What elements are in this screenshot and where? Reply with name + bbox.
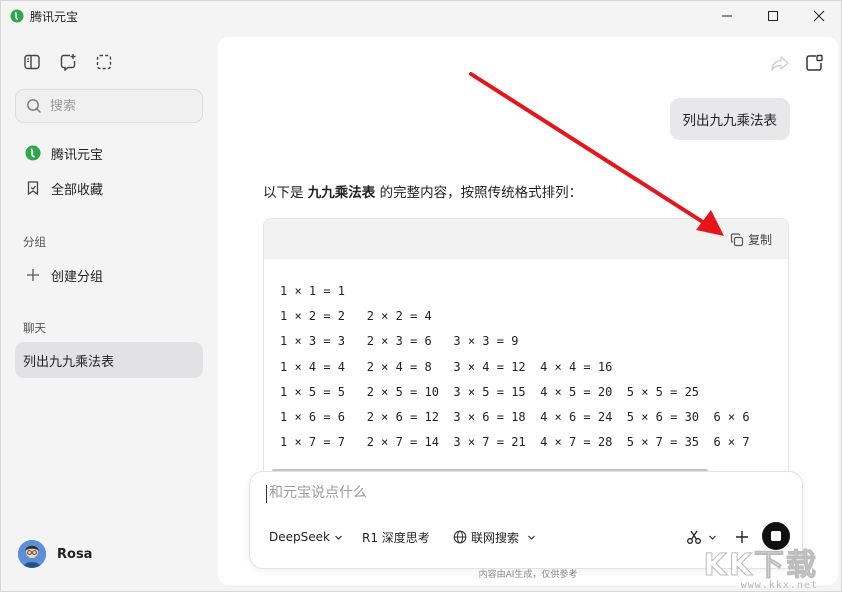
plus-icon [735,530,749,544]
sidebar-toggle-icon [23,53,41,71]
search-input[interactable] [50,99,190,114]
avatar[interactable] [18,540,46,568]
stop-icon [771,531,781,541]
sidebar-item-favorites[interactable]: 全部收藏 [15,171,203,205]
select-icon [95,53,113,71]
copy-icon [730,233,744,247]
model-selector[interactable]: DeepSeek [269,526,343,548]
code-header: 复制 [264,219,788,259]
chevron-down-icon [334,533,343,542]
code-line: 1 × 6 = 6 2 × 6 = 12 3 × 6 = 18 4 × 6 = … [280,405,788,430]
window-title: 腾讯元宝 [30,8,78,25]
copy-label: 复制 [748,231,772,248]
copy-button[interactable]: 复制 [730,231,772,248]
bookmark-icon [25,180,41,196]
model-label: DeepSeek [269,530,330,544]
yuanbao-logo-icon [10,9,24,23]
avatar-icon [18,540,46,568]
main-panel: 列出九九乘法表 以下是 九九乘法表 的完整内容，按照传统格式排列： 复制 1 ×… [218,37,838,585]
sidebar-item-label: 腾讯元宝 [51,144,103,163]
sidebar-toggle-button[interactable] [22,52,42,72]
share-icon[interactable] [770,53,790,73]
sidebar: 腾讯元宝 全部收藏 分组 创建分组 聊天 列出九九乘法表 Rosa [0,32,216,592]
globe-icon [453,530,467,544]
code-line: 1 × 7 = 7 2 × 7 = 14 3 × 7 = 21 4 × 7 = … [280,430,788,455]
scissors-icon [686,529,702,545]
code-line: 1 × 2 = 2 2 × 2 = 4 [280,304,788,329]
chevron-down-icon [527,533,536,542]
message-input[interactable] [266,485,766,501]
new-window-icon[interactable] [804,53,824,73]
chat-section-title: 聊天 [23,320,46,336]
answer-bold: 九九乘法表 [308,185,376,201]
chat-item-multiplication[interactable]: 列出九九乘法表 [15,342,203,378]
sidebar-item-yuanbao[interactable]: 腾讯元宝 [15,136,203,170]
code-line: 1 × 3 = 3 2 × 3 = 6 3 × 3 = 9 [280,329,788,354]
maximize-icon [767,10,779,22]
close-icon [813,10,825,22]
user-message-text: 列出九九乘法表 [683,109,778,129]
yuanbao-logo-icon [25,145,41,161]
code-line: 1 × 5 = 5 2 × 5 = 10 3 × 5 = 15 4 × 5 = … [280,380,788,405]
code-line: 1 × 4 = 4 2 × 4 = 8 3 × 4 = 12 4 × 4 = 1… [280,355,788,380]
group-section-title: 分组 [23,234,46,250]
new-chat-button[interactable] [58,52,78,72]
user-message-bubble: 列出九九乘法表 [670,98,791,140]
search-box[interactable] [15,89,203,123]
user-name: Rosa [57,547,92,562]
minimize-icon [721,10,733,22]
close-button[interactable] [796,0,842,32]
minimize-button[interactable] [704,0,750,32]
maximize-button[interactable] [750,0,796,32]
answer-prefix: 以下是 [263,185,308,201]
deep-think-toggle[interactable]: R1 深度思考 [362,526,430,548]
create-group-button[interactable]: 创建分组 [15,258,203,292]
ai-disclaimer: 内容由AI生成，仅供参考 [218,567,838,580]
chevron-down-icon [708,533,717,542]
web-search-label: 联网搜索 [471,529,519,546]
select-button[interactable] [94,52,114,72]
answer-intro: 以下是 九九乘法表 的完整内容，按照传统格式排列： [263,181,582,201]
title-bar: 腾讯元宝 [0,0,842,32]
search-icon [26,98,42,114]
code-line: 1 × 1 = 1 [280,279,788,304]
code-block: 复制 1 × 1 = 11 × 2 = 2 2 × 2 = 41 × 3 = 3… [263,218,789,478]
code-body: 1 × 1 = 11 × 2 = 2 2 × 2 = 41 × 3 = 3 2 … [264,259,788,459]
web-search-toggle[interactable]: 联网搜索 [453,526,536,548]
attach-button[interactable] [735,526,749,548]
deep-think-label: R1 深度思考 [362,529,430,546]
stop-button[interactable] [762,522,790,550]
sidebar-item-label: 全部收藏 [51,179,103,198]
plus-icon [25,267,41,283]
create-group-label: 创建分组 [51,266,103,285]
clip-tool-button[interactable] [686,526,717,548]
user-profile[interactable]: Rosa [18,540,92,568]
composer: DeepSeek R1 深度思考 联网搜索 [249,471,803,569]
new-chat-icon [59,53,77,71]
answer-suffix: 的完整内容，按照传统格式排列： [375,185,582,201]
chat-item-label: 列出九九乘法表 [23,351,114,370]
